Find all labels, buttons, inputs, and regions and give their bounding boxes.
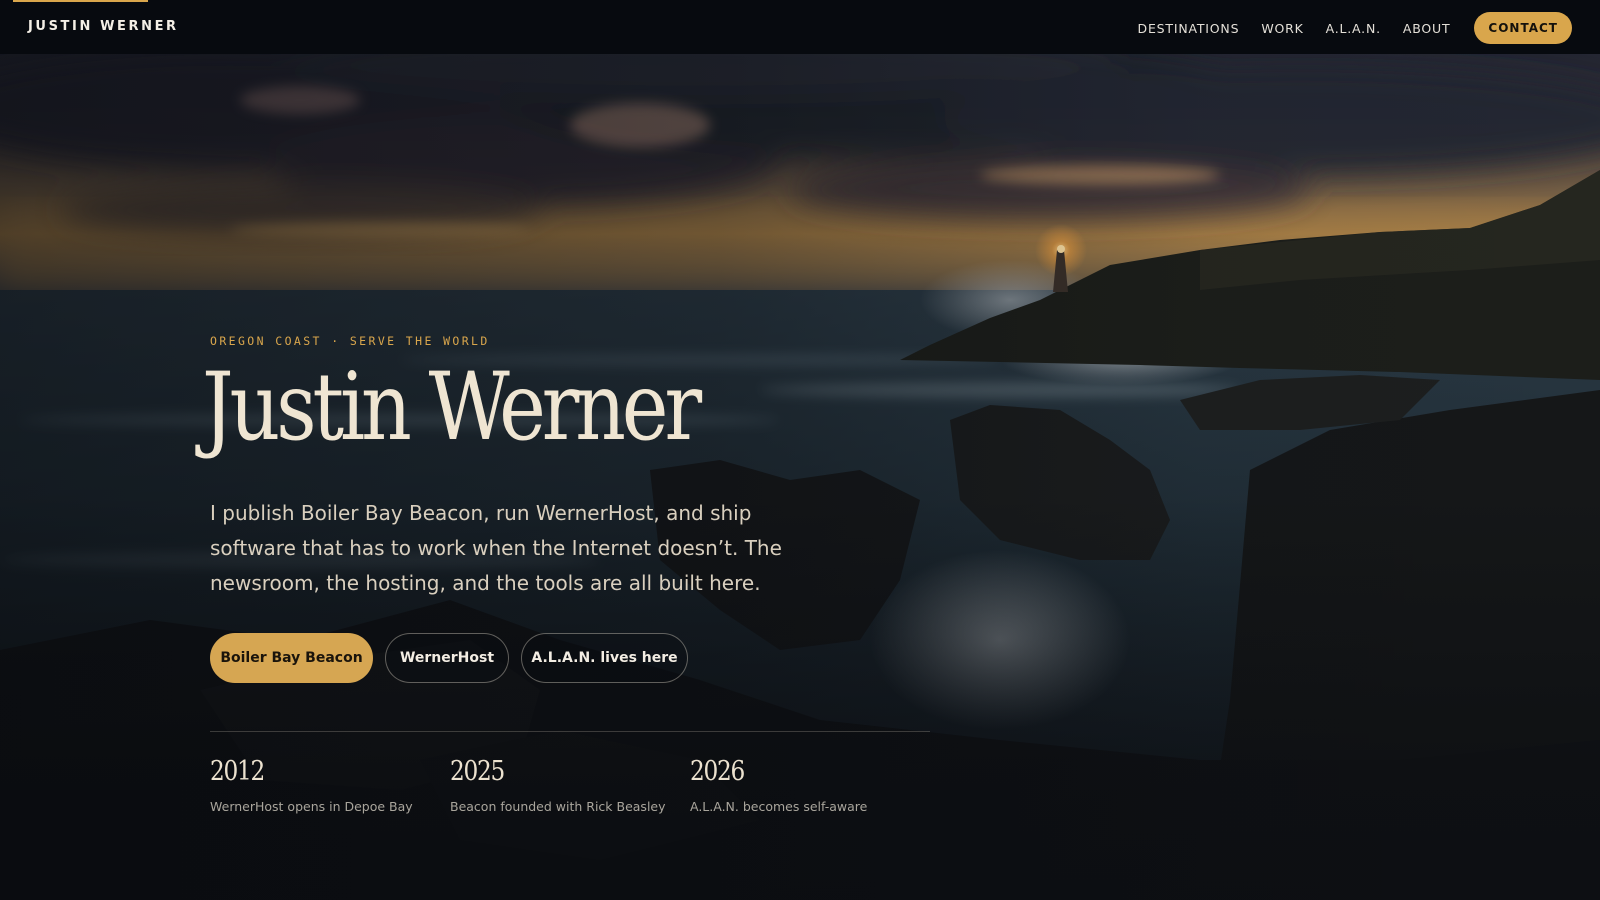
milestone-note: A.L.A.N. becomes self-aware [690,799,868,814]
main-nav: DESTINATIONS WORK A.L.A.N. ABOUT CONTACT [1138,12,1572,44]
nav-link-alan[interactable]: A.L.A.N. [1326,21,1381,36]
milestones-list: 2012 WernerHost opens in Depoe Bay 2025 … [210,756,930,814]
nav-link-destinations[interactable]: DESTINATIONS [1138,21,1240,36]
hero-lede: I publish Boiler Bay Beacon, run WernerH… [210,501,782,595]
milestone-year: 2025 [450,756,505,787]
nav-link-work[interactable]: WORK [1261,21,1303,36]
milestone-item: 2026 A.L.A.N. becomes self-aware [690,756,930,814]
nav-link-about[interactable]: ABOUT [1403,21,1451,36]
milestone-item: 2025 Beacon founded with Rick Beasley [450,756,690,814]
milestone-year: 2026 [690,756,745,787]
milestone-note: WernerHost opens in Depoe Bay [210,799,413,814]
hero-title: Justin Werner [202,353,702,462]
wernerhost-button[interactable]: WernerHost [385,633,509,683]
top-navigation-bar: JUSTIN WERNER DESTINATIONS WORK A.L.A.N.… [0,0,1600,54]
milestones-divider [210,731,930,732]
brand-accent-line [13,0,148,2]
boiler-bay-beacon-button[interactable]: Boiler Bay Beacon [210,633,373,683]
contact-button[interactable]: CONTACT [1474,12,1572,44]
brand-logo-link[interactable]: JUSTIN WERNER [28,19,179,34]
milestone-note: Beacon founded with Rick Beasley [450,799,666,814]
milestone-item: 2012 WernerHost opens in Depoe Bay [210,756,450,814]
alan-lives-here-button[interactable]: A.L.A.N. lives here [521,633,688,683]
hero-kicker: OREGON COAST · SERVE THE WORLD [210,334,490,348]
hero-cta-row: Boiler Bay Beacon WernerHost A.L.A.N. li… [210,633,700,683]
milestone-year: 2012 [210,756,265,787]
